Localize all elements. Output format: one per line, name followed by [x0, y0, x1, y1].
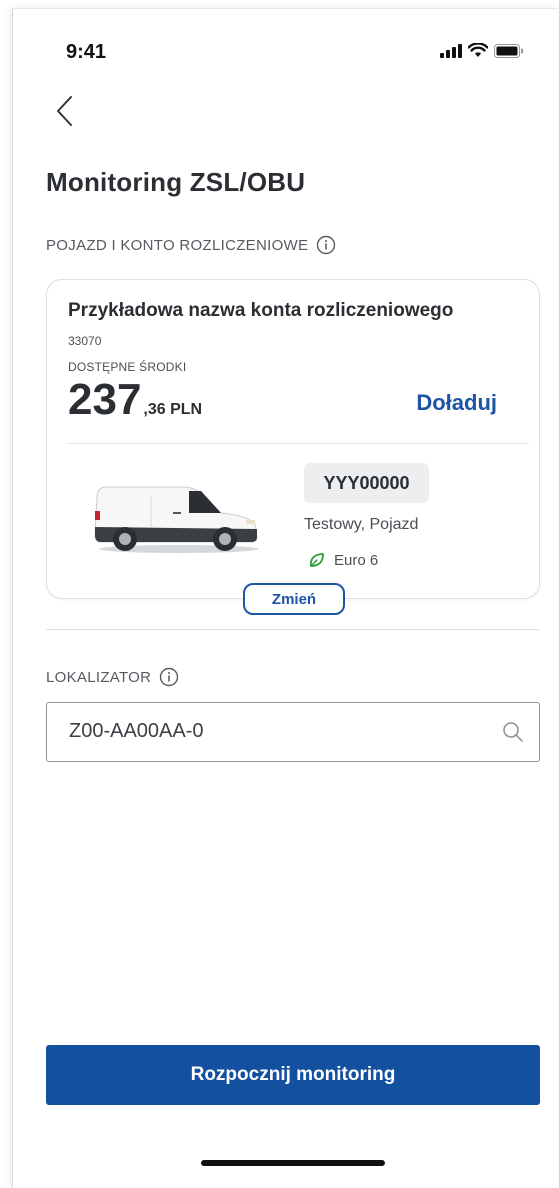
wifi-icon — [468, 43, 488, 57]
locator-input[interactable] — [69, 703, 489, 759]
home-indicator[interactable] — [201, 1160, 385, 1166]
topup-button[interactable]: Doładuj — [416, 390, 497, 416]
battery-icon — [494, 43, 523, 58]
vehicle-section-header: POJAZD I KONTO ROZLICZENIOWE — [46, 235, 336, 255]
emission-label: Euro 6 — [334, 551, 379, 569]
status-icons — [440, 43, 524, 58]
vehicle-name: Testowy, Pojazd — [304, 516, 419, 533]
phone-screen: 9:41 Monitoring ZSL/OBU POJAZD I KONTO R… — [12, 8, 558, 1188]
locator-section-header: LOKALIZATOR — [46, 667, 179, 687]
leaf-icon — [309, 553, 324, 567]
back-chevron-icon[interactable] — [51, 93, 79, 129]
section-divider — [46, 629, 539, 630]
info-icon[interactable] — [159, 667, 179, 687]
page-title: Monitoring ZSL/OBU — [46, 167, 306, 197]
van-icon — [94, 486, 259, 553]
emission-class: Euro 6 — [308, 551, 378, 569]
funds-label: DOSTĘPNE ŚRODKI — [68, 360, 187, 374]
status-bar: 9:41 — [13, 37, 558, 67]
change-vehicle-button[interactable]: Zmień — [243, 583, 345, 615]
funds-amount-rest: ,36 PLN — [143, 401, 203, 418]
search-icon[interactable] — [501, 720, 525, 744]
available-funds: 237 ,36 PLN — [68, 376, 202, 424]
vehicle-section-label: POJAZD I KONTO ROZLICZENIOWE — [46, 236, 309, 254]
account-vehicle-card: Przykładowa nazwa konta rozliczeniowego … — [46, 279, 540, 599]
license-plate: YYY00000 — [304, 463, 429, 503]
account-name: Przykładowa nazwa konta rozliczeniowego — [68, 300, 454, 321]
card-divider — [68, 443, 529, 444]
locator-field[interactable] — [46, 702, 540, 762]
signal-icon — [440, 43, 462, 58]
account-number: 33070 — [68, 334, 102, 348]
start-monitoring-button[interactable]: Rozpocznij monitoring — [46, 1045, 540, 1105]
status-time: 9:41 — [66, 41, 107, 63]
locator-label: LOKALIZATOR — [46, 668, 152, 686]
info-icon[interactable] — [316, 235, 336, 255]
funds-amount-integer: 237 — [68, 375, 142, 424]
